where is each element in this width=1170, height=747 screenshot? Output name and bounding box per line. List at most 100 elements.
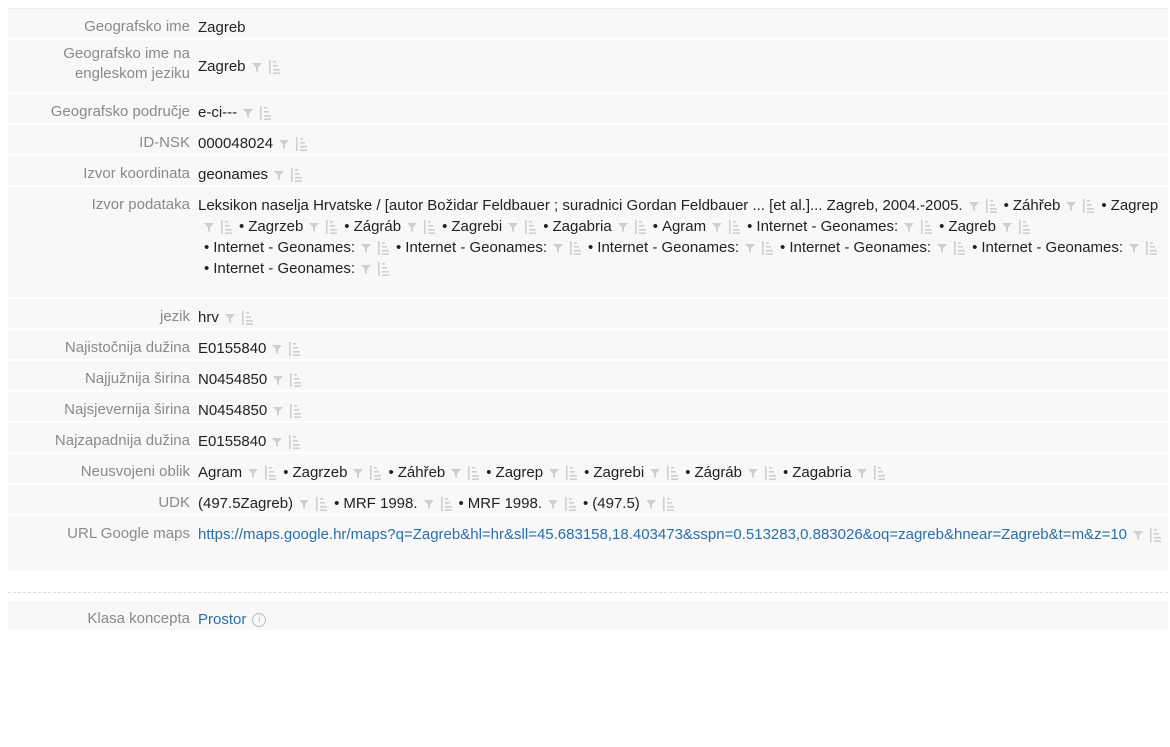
value-item[interactable]: E0155840 — [198, 433, 266, 450]
concept-link[interactable]: Prostor — [198, 611, 246, 628]
value-item[interactable]: Zagreb — [948, 218, 996, 235]
sort-icon[interactable] — [1018, 220, 1031, 235]
value-item[interactable]: Zágráb — [354, 218, 402, 235]
filter-icon[interactable] — [423, 499, 434, 510]
value-item[interactable]: Zagreb — [198, 58, 246, 75]
filter-icon[interactable] — [279, 139, 290, 150]
filter-icon[interactable] — [745, 243, 756, 254]
sort-icon[interactable] — [325, 220, 338, 235]
sort-icon[interactable] — [1149, 528, 1162, 543]
value-item[interactable]: Internet - Geonames: — [756, 218, 898, 235]
sort-icon[interactable] — [985, 199, 998, 214]
filter-icon[interactable] — [1133, 530, 1144, 541]
value-item[interactable]: Zágráb — [694, 464, 742, 481]
sort-icon[interactable] — [295, 137, 308, 152]
filter-icon[interactable] — [549, 468, 560, 479]
sort-icon[interactable] — [1082, 199, 1095, 214]
sort-icon[interactable] — [440, 497, 453, 512]
sort-icon[interactable] — [953, 241, 966, 256]
filter-icon[interactable] — [272, 344, 283, 355]
sort-icon[interactable] — [634, 220, 647, 235]
sort-icon[interactable] — [220, 220, 233, 235]
filter-icon[interactable] — [274, 170, 285, 181]
value-item[interactable]: Agram — [198, 464, 242, 481]
filter-icon[interactable] — [248, 468, 259, 479]
value-item[interactable]: (497.5) — [592, 495, 640, 512]
sort-icon[interactable] — [259, 106, 272, 121]
filter-icon[interactable] — [1129, 243, 1140, 254]
sort-icon[interactable] — [728, 220, 741, 235]
value-item[interactable]: N0454850 — [198, 402, 267, 419]
sort-icon[interactable] — [369, 466, 382, 481]
value-item[interactable]: MRF 1998. — [343, 495, 417, 512]
filter-icon[interactable] — [451, 468, 462, 479]
filter-icon[interactable] — [645, 499, 656, 510]
filter-icon[interactable] — [272, 437, 283, 448]
filter-icon[interactable] — [553, 243, 564, 254]
value-item[interactable]: Záhřeb — [398, 464, 446, 481]
value-item[interactable]: Zagabria — [792, 464, 851, 481]
value-item[interactable]: Zagrep — [496, 464, 544, 481]
filter-icon[interactable] — [407, 222, 418, 233]
sort-icon[interactable] — [289, 404, 302, 419]
filter-icon[interactable] — [243, 108, 254, 119]
sort-icon[interactable] — [241, 311, 254, 326]
filter-icon[interactable] — [968, 201, 979, 212]
value-item[interactable]: Internet - Geonames: — [405, 239, 547, 256]
sort-icon[interactable] — [1145, 241, 1158, 256]
value-item[interactable]: geonames — [198, 166, 268, 183]
filter-icon[interactable] — [857, 468, 868, 479]
sort-icon[interactable] — [423, 220, 436, 235]
filter-icon[interactable] — [748, 468, 758, 479]
filter-icon[interactable] — [1066, 201, 1077, 212]
sort-icon[interactable] — [377, 262, 390, 277]
sort-icon[interactable] — [377, 241, 390, 256]
value-item[interactable]: Zagrzeb — [248, 218, 303, 235]
value-item[interactable]: e-ci--- — [198, 104, 237, 121]
filter-icon[interactable] — [361, 243, 372, 254]
filter-icon[interactable] — [224, 313, 235, 324]
value-item[interactable]: MRF 1998. — [468, 495, 542, 512]
value-item[interactable]: Zagrebi — [451, 218, 502, 235]
google-maps-link[interactable]: https://maps.google.hr/maps?q=Zagreb&hl=… — [198, 526, 1127, 543]
value-item[interactable]: N0454850 — [198, 371, 267, 388]
filter-icon[interactable] — [937, 243, 948, 254]
filter-icon[interactable] — [617, 222, 628, 233]
sort-icon[interactable] — [764, 466, 777, 481]
value-item[interactable]: Agram — [662, 218, 706, 235]
value-item[interactable]: Zagabria — [552, 218, 611, 235]
sort-icon[interactable] — [873, 466, 886, 481]
sort-icon[interactable] — [565, 466, 578, 481]
filter-icon[interactable] — [712, 222, 723, 233]
value-item[interactable]: Zagrebi — [593, 464, 644, 481]
filter-icon[interactable] — [204, 222, 214, 233]
filter-icon[interactable] — [273, 375, 284, 386]
value-item[interactable]: Zagrep — [1111, 197, 1159, 214]
sort-icon[interactable] — [288, 435, 301, 450]
sort-icon[interactable] — [467, 466, 480, 481]
value-item[interactable]: Internet - Geonames: — [213, 260, 355, 277]
sort-icon[interactable] — [268, 60, 281, 75]
sort-icon[interactable] — [290, 168, 303, 183]
info-icon[interactable]: i — [252, 613, 267, 628]
value-item[interactable]: E0155840 — [198, 340, 266, 357]
sort-icon[interactable] — [564, 497, 577, 512]
sort-icon[interactable] — [315, 497, 328, 512]
filter-icon[interactable] — [251, 62, 262, 73]
value-item[interactable]: Leksikon naselja Hrvatske / [autor Božid… — [198, 197, 963, 214]
value-item[interactable]: Internet - Geonames: — [789, 239, 931, 256]
sort-icon[interactable] — [569, 241, 582, 256]
value-item[interactable]: Internet - Geonames: — [981, 239, 1123, 256]
value-item[interactable]: 000048024 — [198, 135, 273, 152]
value-item[interactable]: Zagrzeb — [292, 464, 347, 481]
filter-icon[interactable] — [548, 499, 558, 510]
value-item[interactable]: hrv — [198, 309, 219, 326]
filter-icon[interactable] — [273, 406, 284, 417]
filter-icon[interactable] — [299, 499, 310, 510]
filter-icon[interactable] — [309, 222, 320, 233]
filter-icon[interactable] — [1001, 222, 1012, 233]
sort-icon[interactable] — [288, 342, 301, 357]
filter-icon[interactable] — [650, 468, 661, 479]
sort-icon[interactable] — [761, 241, 774, 256]
sort-icon[interactable] — [666, 466, 679, 481]
